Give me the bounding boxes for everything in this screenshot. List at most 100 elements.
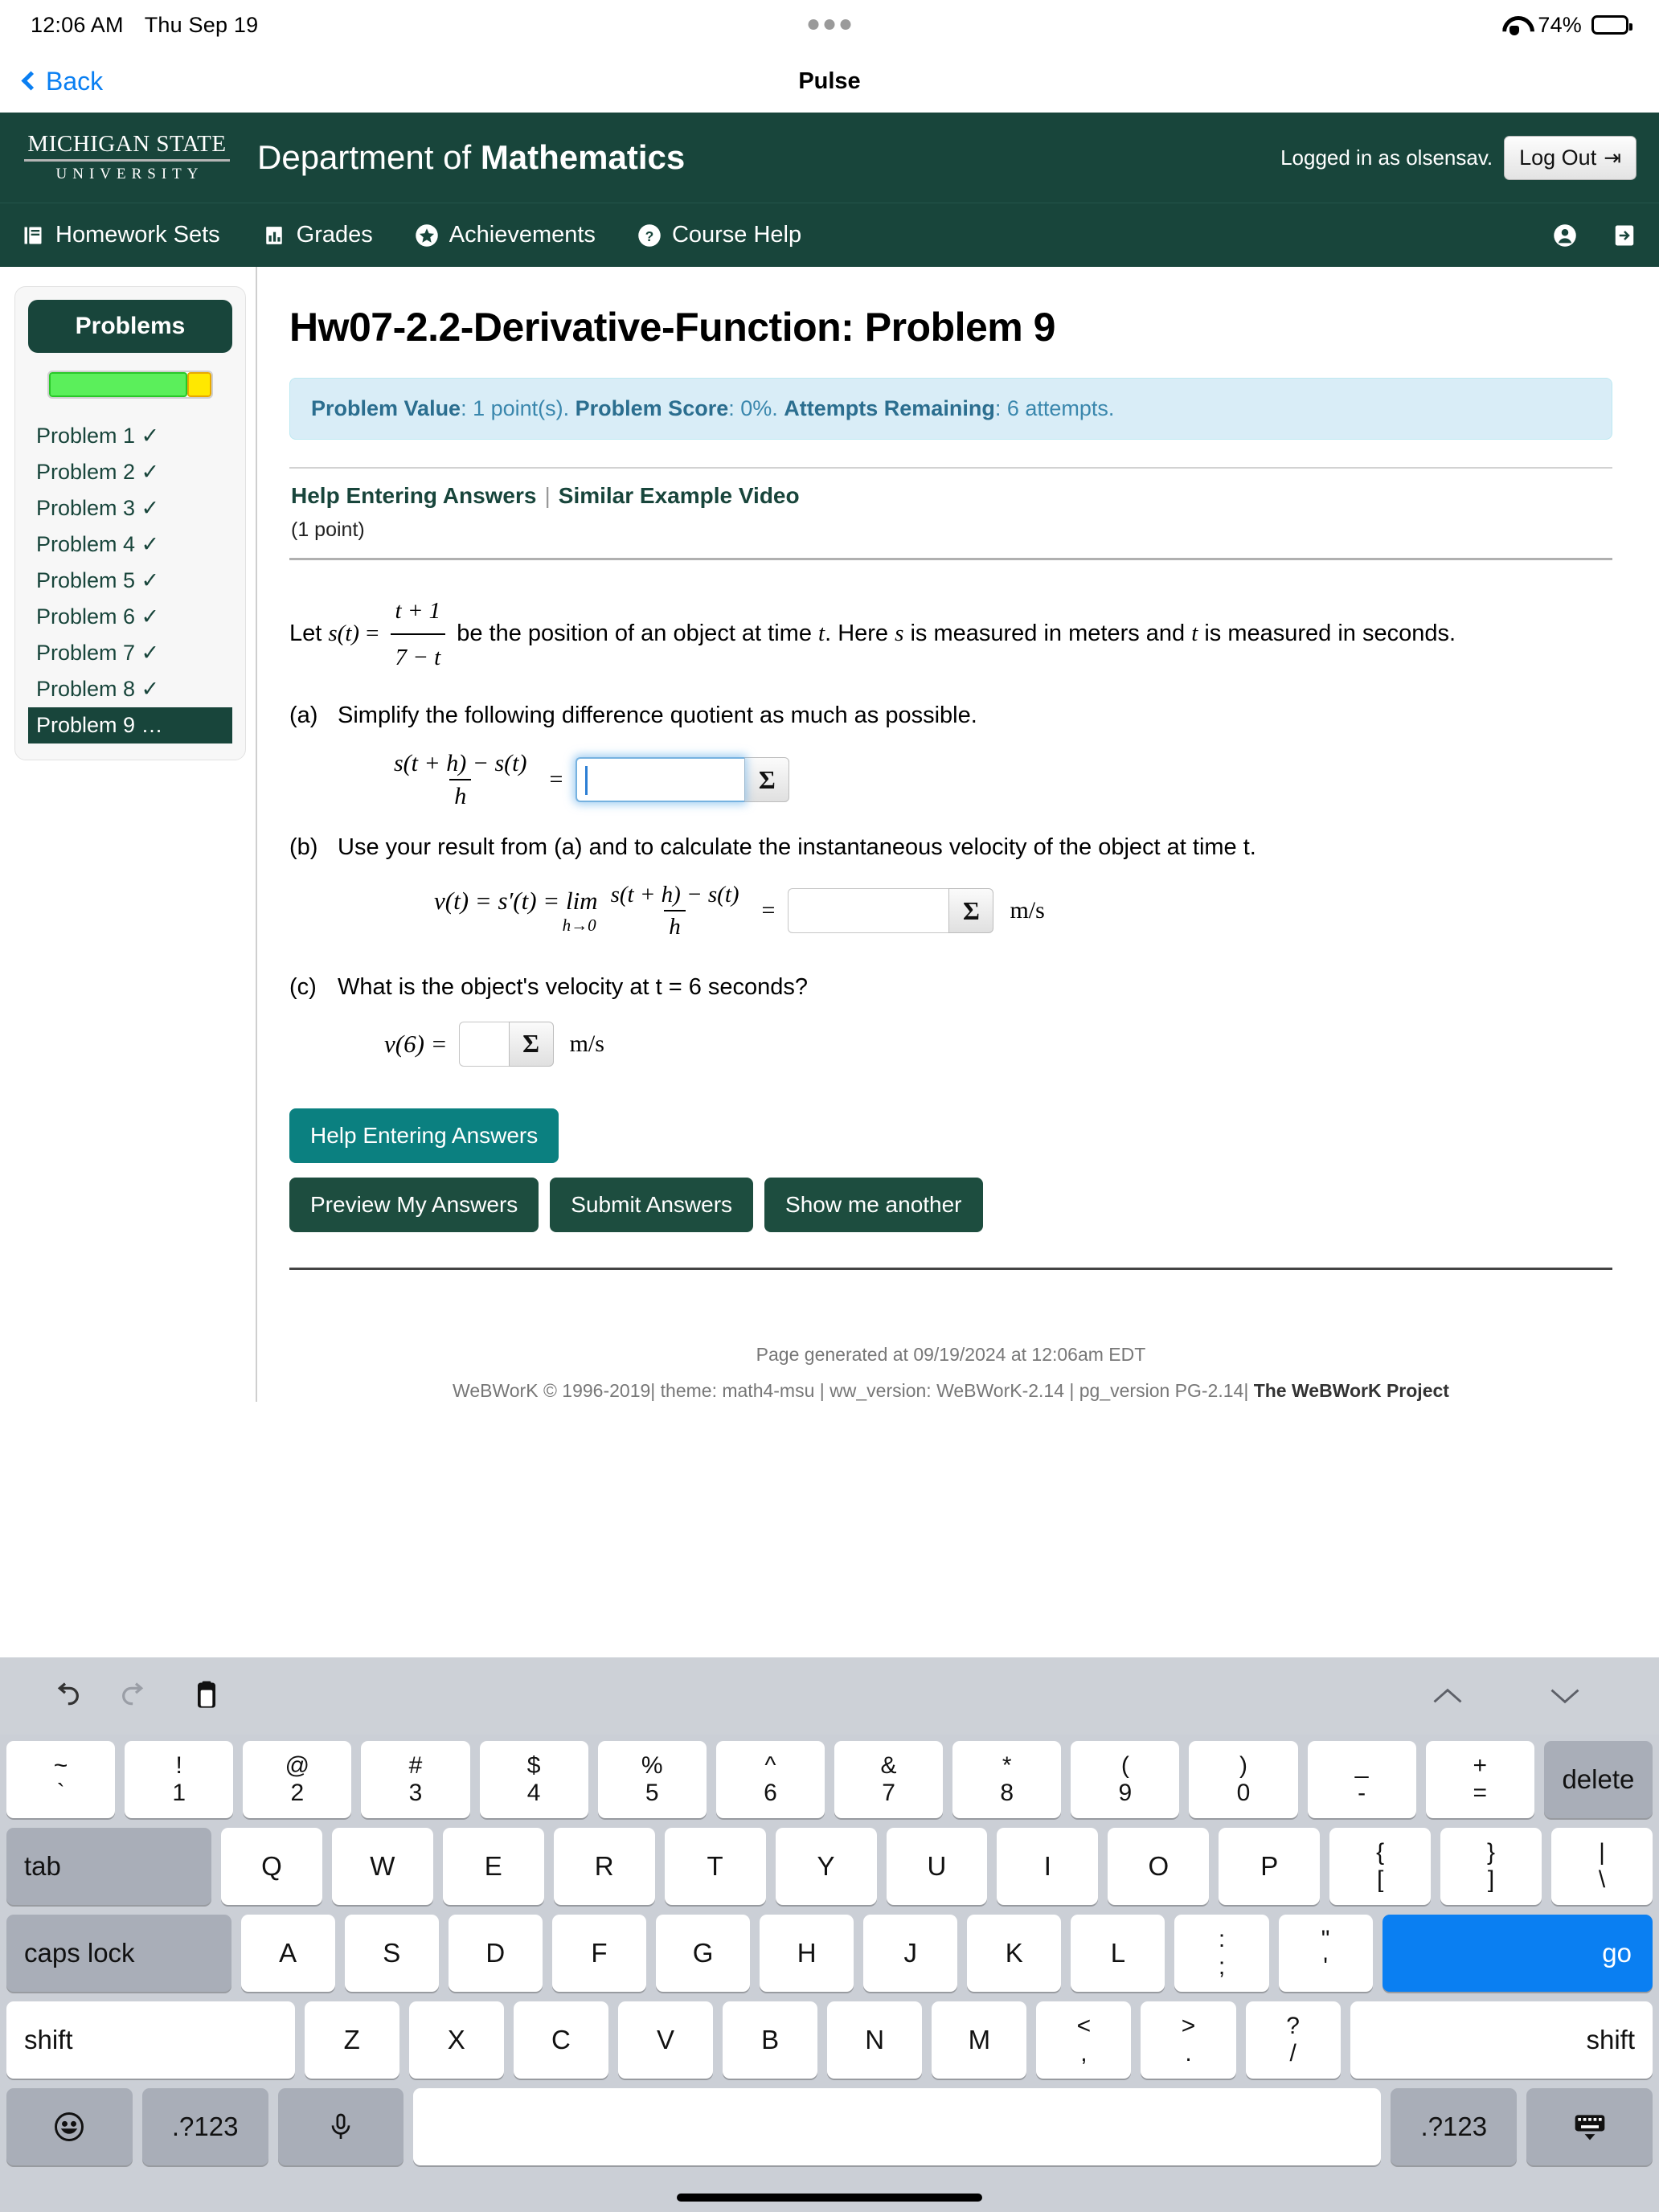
key-v[interactable]: V: [617, 2001, 714, 2079]
key-caps-lock[interactable]: caps lock: [6, 1915, 231, 1992]
key-p[interactable]: P: [1219, 1828, 1321, 1905]
paste-icon[interactable]: [183, 1673, 230, 1719]
key-slash[interactable]: ? /: [1245, 2001, 1341, 2079]
key-5[interactable]: % 5: [597, 1741, 707, 1818]
key-z[interactable]: Z: [304, 2001, 399, 2079]
microphone-icon[interactable]: [277, 2088, 404, 2165]
key-j[interactable]: J: [863, 1915, 958, 1992]
key-semicolon[interactable]: :;: [1174, 1915, 1269, 1992]
key-delete[interactable]: delete: [1543, 1741, 1653, 1818]
key-d[interactable]: D: [448, 1915, 543, 1992]
help-entering-answers-button[interactable]: Help Entering Answers: [289, 1108, 559, 1163]
similar-example-video-link[interactable]: Similar Example Video: [559, 483, 800, 508]
key-quote[interactable]: " ': [1278, 1915, 1373, 1992]
key-w[interactable]: W: [331, 1828, 433, 1905]
sidebar-item-problem-3[interactable]: Problem 3 ✓: [28, 490, 232, 526]
key-u[interactable]: U: [886, 1828, 988, 1905]
user-account-icon[interactable]: [1553, 223, 1577, 248]
nav-item-course-help[interactable]: ? Course Help: [637, 222, 801, 248]
key-2[interactable]: @2: [243, 1741, 352, 1818]
site-nav: Homework Sets Grades Achievements ? Cour…: [0, 203, 1659, 267]
nav-item-grades[interactable]: Grades: [262, 222, 373, 248]
hide-keyboard-icon[interactable]: [1526, 2088, 1653, 2165]
key-f[interactable]: F: [551, 1915, 646, 1992]
key-space[interactable]: [413, 2088, 1382, 2165]
key-r[interactable]: R: [553, 1828, 655, 1905]
part-c-answer-input[interactable]: [458, 1021, 509, 1067]
key-minus[interactable]: _ -: [1307, 1741, 1416, 1818]
key-i[interactable]: I: [997, 1828, 1099, 1905]
key-tilde[interactable]: ~ `: [6, 1741, 116, 1818]
key-y[interactable]: Y: [775, 1828, 877, 1905]
key-e[interactable]: E: [442, 1828, 544, 1905]
part-c-math-palette-button[interactable]: Σ: [508, 1021, 554, 1067]
back-button[interactable]: Back: [21, 67, 103, 96]
sidebar-item-problem-4[interactable]: Problem 4 ✓: [28, 526, 232, 563]
logout-button[interactable]: Log Out ⇥: [1504, 135, 1636, 180]
submit-answers-button[interactable]: Submit Answers: [550, 1177, 754, 1232]
key-c[interactable]: C: [513, 2001, 608, 2079]
key-bracket-right[interactable]: }]: [1440, 1828, 1542, 1905]
key-go[interactable]: go: [1382, 1915, 1653, 1992]
key-period[interactable]: >.: [1141, 2001, 1236, 2079]
key-o[interactable]: O: [1108, 1828, 1210, 1905]
part-b-answer-input[interactable]: [788, 888, 949, 933]
key-t[interactable]: T: [664, 1828, 766, 1905]
key-6[interactable]: ^ 6: [715, 1741, 825, 1818]
preview-my-answers-button[interactable]: Preview My Answers: [289, 1177, 539, 1232]
undo-icon[interactable]: [42, 1673, 88, 1719]
part-b-lhs: v(t) = s′(t) = lim: [434, 886, 598, 915]
key-4[interactable]: $4: [479, 1741, 588, 1818]
key-shift-right[interactable]: shift: [1350, 2001, 1653, 2079]
key-n[interactable]: N: [827, 2001, 923, 2079]
key-q[interactable]: Q: [220, 1828, 322, 1905]
key-0[interactable]: ) 0: [1189, 1741, 1298, 1818]
key-9[interactable]: (9: [1071, 1741, 1180, 1818]
help-entering-answers-link[interactable]: Help Entering Answers: [291, 483, 536, 508]
key-7[interactable]: & 7: [834, 1741, 944, 1818]
key-shift-left[interactable]: shift: [6, 2001, 295, 2079]
key-l[interactable]: L: [1071, 1915, 1165, 1992]
nav-item-achievements[interactable]: Achievements: [415, 222, 596, 248]
nav-item-homework-sets[interactable]: Homework Sets: [21, 222, 220, 248]
key-b[interactable]: B: [723, 2001, 818, 2079]
sidebar-item-problem-6[interactable]: Problem 6 ✓: [28, 599, 232, 635]
emoji-icon[interactable]: [6, 2088, 133, 2165]
sidebar-item-problem-1[interactable]: Problem 1 ✓: [28, 418, 232, 454]
sidebar-item-problem-9[interactable]: Problem 9 …: [28, 707, 232, 743]
key-8[interactable]: * 8: [952, 1741, 1062, 1818]
key-comma[interactable]: <,: [1036, 2001, 1132, 2079]
key-a[interactable]: A: [240, 1915, 335, 1992]
key-bracket-left[interactable]: {[: [1329, 1828, 1432, 1905]
key-k[interactable]: K: [967, 1915, 1062, 1992]
key-x[interactable]: X: [408, 2001, 504, 2079]
multitasking-dots[interactable]: [808, 19, 851, 30]
key-h[interactable]: H: [760, 1915, 854, 1992]
footer-project-link[interactable]: The WeBWorK Project: [1248, 1380, 1449, 1401]
part-b-denominator: h: [664, 909, 686, 940]
part-a-math-palette-button[interactable]: Σ: [744, 757, 790, 802]
part-b-math-palette-button[interactable]: Σ: [948, 888, 994, 933]
show-me-another-button[interactable]: Show me another: [764, 1177, 983, 1232]
sidebar-item-problem-8[interactable]: Problem 8 ✓: [28, 671, 232, 707]
key-m[interactable]: M: [932, 2001, 1027, 2079]
chevron-down-icon[interactable]: [1542, 1673, 1588, 1719]
login-arrow-icon[interactable]: [1612, 223, 1636, 248]
chevron-up-icon[interactable]: [1424, 1673, 1471, 1719]
key-1[interactable]: ! 1: [125, 1741, 234, 1818]
key-g[interactable]: G: [655, 1915, 751, 1992]
key-s[interactable]: S: [344, 1915, 439, 1992]
sidebar-item-problem-7[interactable]: Problem 7 ✓: [28, 635, 232, 671]
key-3[interactable]: #3: [361, 1741, 470, 1818]
key-numbers-right[interactable]: .?123: [1391, 2088, 1518, 2165]
key-numbers-left[interactable]: .?123: [141, 2088, 268, 2165]
sidebar-item-problem-2[interactable]: Problem 2 ✓: [28, 454, 232, 490]
key-equals[interactable]: + =: [1425, 1741, 1534, 1818]
key-tab[interactable]: tab: [6, 1828, 211, 1905]
sidebar-item-problem-5[interactable]: Problem 5 ✓: [28, 563, 232, 599]
msu-logo[interactable]: MICHIGAN STATE UNIVERSITY: [24, 131, 230, 183]
key-backslash[interactable]: | \: [1551, 1828, 1653, 1905]
part-b-label: (b): [289, 834, 318, 860]
part-a-answer-input[interactable]: [576, 757, 745, 802]
redo-icon[interactable]: [113, 1673, 159, 1719]
